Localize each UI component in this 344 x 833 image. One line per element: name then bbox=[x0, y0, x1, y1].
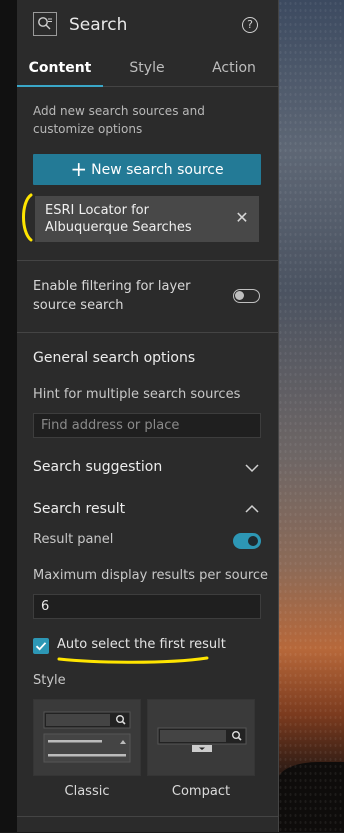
compact-preview bbox=[157, 727, 247, 752]
max-results-label: Maximum display results per source bbox=[33, 568, 269, 583]
app-edge bbox=[0, 0, 17, 832]
result-panel-label: Result panel bbox=[33, 532, 114, 547]
style-classic-card[interactable] bbox=[33, 699, 141, 776]
result-panel-toggle[interactable] bbox=[233, 533, 261, 549]
tab-style[interactable]: Style bbox=[104, 52, 190, 86]
search-source-item[interactable]: ESRI Locator for Albuquerque Searches ✕ bbox=[35, 196, 259, 242]
underline-annotation bbox=[57, 656, 209, 664]
settings-panel: Search ? Content Style Action Add new se… bbox=[17, 0, 279, 832]
filtering-toggle[interactable] bbox=[233, 289, 260, 303]
panel-header: Search ? bbox=[17, 0, 278, 52]
sources-description: Add new search sources and customize opt… bbox=[33, 104, 205, 136]
style-compact-card[interactable] bbox=[147, 699, 255, 776]
new-search-source-label: New search source bbox=[91, 162, 224, 178]
hint-label: Hint for multiple search sources bbox=[33, 387, 241, 402]
chevron-down-icon[interactable] bbox=[245, 463, 259, 473]
auto-select-checkbox[interactable] bbox=[33, 638, 49, 654]
general-options-heading: General search options bbox=[33, 350, 196, 366]
auto-select-label[interactable]: Auto select the first result bbox=[57, 637, 226, 652]
classic-preview bbox=[43, 711, 131, 763]
chevron-up-icon[interactable] bbox=[245, 504, 259, 514]
close-icon[interactable]: ✕ bbox=[233, 209, 251, 227]
plus-icon: + bbox=[70, 157, 88, 181]
checkmark-icon bbox=[35, 642, 47, 651]
search-result-label[interactable]: Search result bbox=[33, 501, 125, 517]
divider bbox=[17, 260, 278, 261]
hint-input[interactable]: Find address or place bbox=[33, 413, 261, 438]
search-widget-icon bbox=[33, 12, 57, 36]
search-suggestion-label[interactable]: Search suggestion bbox=[33, 459, 162, 475]
search-source-label: ESRI Locator for Albuquerque Searches bbox=[45, 203, 192, 235]
panel-title: Search bbox=[69, 15, 128, 35]
highlight-bracket-annotation bbox=[22, 193, 33, 242]
tab-content[interactable]: Content bbox=[17, 52, 103, 87]
help-icon[interactable]: ? bbox=[242, 17, 258, 33]
style-classic-label: Classic bbox=[64, 784, 110, 799]
map-background[interactable] bbox=[278, 0, 344, 832]
style-label: Style bbox=[33, 673, 66, 688]
divider bbox=[17, 332, 278, 333]
max-results-input[interactable]: 6 bbox=[33, 594, 261, 619]
tab-action[interactable]: Action bbox=[191, 52, 277, 86]
panel-bottom-edge bbox=[17, 816, 278, 833]
style-compact-label: Compact bbox=[171, 784, 231, 799]
tab-bar: Content Style Action bbox=[17, 52, 278, 87]
new-search-source-button[interactable]: + New search source bbox=[33, 154, 261, 185]
filtering-label: Enable filtering for layer source search bbox=[33, 279, 191, 313]
